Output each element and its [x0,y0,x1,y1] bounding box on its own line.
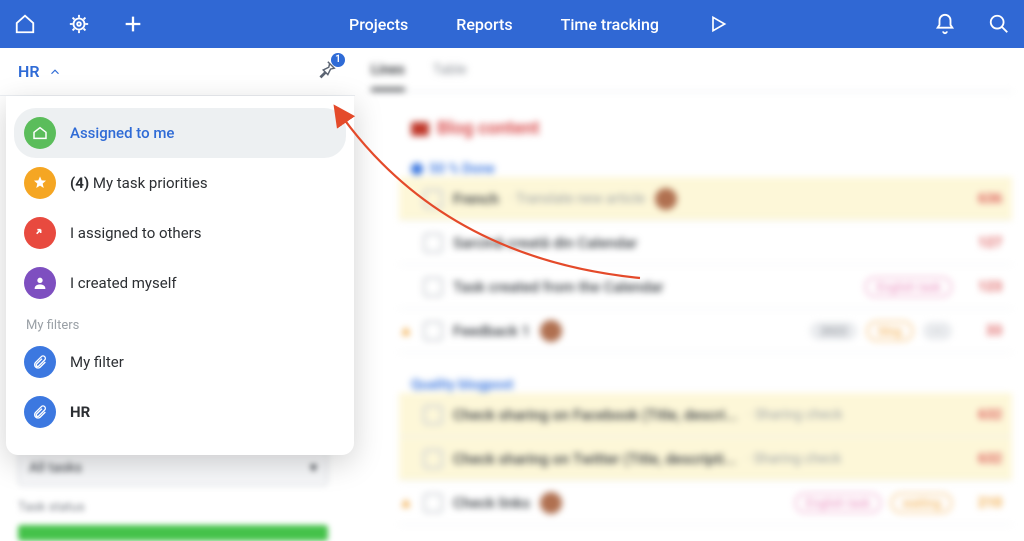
nav-time-tracking[interactable]: Time tracking [561,15,659,34]
filter-label: HR [70,403,90,421]
workspace-name: HR [18,62,40,81]
main-area: Lines Table Blog content 50 % Done Frenc… [355,48,1024,535]
status-dot-icon [411,163,423,175]
task-row[interactable]: Check sharing on Facebook (Title, descri… [399,393,1012,437]
workspace-selector[interactable]: HR [18,62,62,81]
plus-icon[interactable] [122,13,144,35]
attachment-icon [24,346,56,378]
chevron-up-icon [48,65,62,79]
view-tabs: Lines Table [371,48,1012,92]
warning-icon: ▲ [399,322,413,339]
saved-filter-my-filter[interactable]: My filter [14,337,346,387]
share-icon [24,217,56,249]
home-icon [24,117,56,149]
all-tasks-select[interactable]: All tasks ▾ [18,450,328,486]
checkbox[interactable] [423,233,443,253]
checkbox[interactable] [423,493,443,513]
pin-badge: 1 [331,53,345,67]
section-quality[interactable]: Quality blogpost [411,377,1012,393]
checkbox[interactable] [423,405,443,425]
tag-pill: English task [865,277,952,297]
checkbox[interactable] [423,321,443,341]
search-icon[interactable] [988,13,1010,35]
tab-lines[interactable]: Lines [371,62,405,91]
sidebar-header: HR 1 [0,48,355,96]
star-icon [24,167,56,199]
section-50-done[interactable]: 50 % Done [411,161,1012,177]
filter-label: Assigned to me [70,124,174,142]
status-bar [18,525,328,541]
play-icon[interactable] [707,13,729,35]
attachment-icon [24,396,56,428]
task-row[interactable]: Sarcină creată din Calendar 127 [399,221,1012,265]
filter-label: (4) My task priorities [70,174,208,192]
person-icon [24,267,56,299]
task-row[interactable]: Task created from the Calendar English t… [399,265,1012,309]
avatar [655,188,677,210]
filter-i-assigned[interactable]: I assigned to others [14,208,346,258]
task-row[interactable]: ▲ Check links English task waiting 210 [399,481,1012,525]
task-row[interactable]: French · Translate new article 636 [399,177,1012,221]
my-filters-header: My filters [14,308,346,337]
checkbox[interactable] [423,277,443,297]
chevron-down-icon: ▾ [310,460,317,476]
task-row[interactable]: ▲ Feedback 1 2022 blog ··· 33 [399,309,1012,353]
checkbox[interactable] [423,449,443,469]
project-emoji-icon [411,122,429,136]
tab-table[interactable]: Table [433,62,467,91]
gear-icon[interactable] [68,13,90,35]
filter-my-priorities[interactable]: (4) My task priorities [14,158,346,208]
filter-label: I assigned to others [70,224,201,242]
top-nav: Projects Reports Time tracking [0,0,1024,48]
task-status-label: Task status [18,500,337,515]
tag-pill: English task [795,493,882,513]
tag-pill: 2022 [810,322,857,340]
nav-reports[interactable]: Reports [456,15,512,34]
filter-assigned-to-me[interactable]: Assigned to me [14,108,346,158]
tag-pill: waiting [891,493,952,513]
task-row[interactable]: Check sharing on Twitter (Title, descrip… [399,437,1012,481]
filter-i-created[interactable]: I created myself [14,258,346,308]
filter-label: My filter [70,353,124,371]
warning-icon: ▲ [399,494,413,511]
project-title: Blog content [411,118,1012,139]
pin-button[interactable]: 1 [315,59,337,85]
bell-icon[interactable] [934,13,956,35]
tag-pill: ··· [923,322,952,340]
sidebar: HR 1 Assigned to me (4) My task pri [0,48,355,535]
sidebar-panel: Assigned to me (4) My task priorities I … [6,96,354,455]
nav-projects[interactable]: Projects [349,15,408,34]
avatar [540,320,562,342]
checkbox[interactable] [423,189,443,209]
filter-label: I created myself [70,274,177,292]
tag-pill: blog [867,321,912,341]
saved-filter-hr[interactable]: HR [14,387,346,437]
avatar [540,492,562,514]
home-icon[interactable] [14,13,36,35]
